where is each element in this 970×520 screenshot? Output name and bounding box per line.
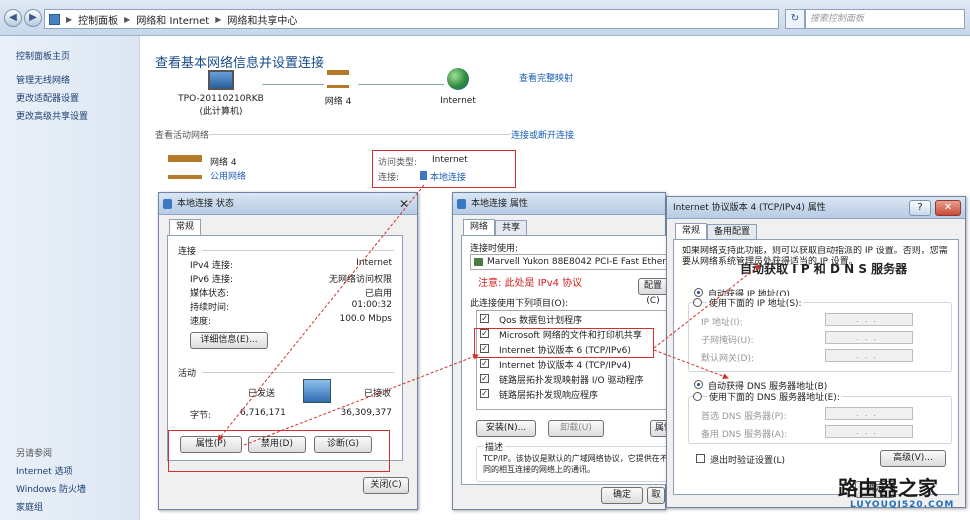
annotation-arrow	[653, 349, 729, 380]
annotation-arrow	[653, 264, 761, 349]
annotation-arrow	[217, 184, 425, 441]
annotation-arrow	[243, 353, 479, 446]
annotation-arrows	[217, 184, 761, 446]
watermark-brand: 路由器之家	[838, 476, 938, 500]
watermark-url: LUYOUQI520.COM	[850, 500, 955, 510]
